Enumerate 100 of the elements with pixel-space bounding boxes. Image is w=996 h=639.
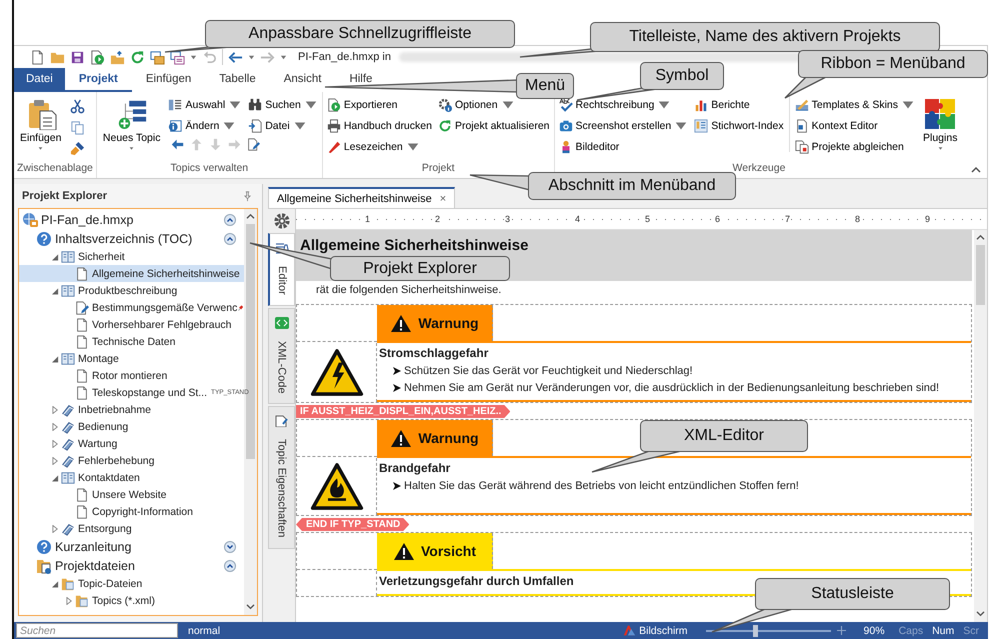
collapse-icon[interactable] (971, 166, 981, 174)
file-menu-tab[interactable]: Datei (14, 68, 65, 92)
ribbon-button[interactable]: Suchen (247, 96, 319, 114)
tree-item[interactable]: Topic-Dateien (19, 575, 244, 592)
ribbon-button[interactable]: Datei (247, 117, 319, 135)
menu-tab[interactable]: Tabelle (205, 68, 270, 92)
open-book-icon (61, 250, 75, 264)
ribbon-button[interactable]: Screenshot erstellen (558, 117, 690, 135)
open-book-icon (61, 470, 75, 484)
tree-item[interactable]: PI-Fan_de.hmxp (19, 210, 244, 229)
caret-icon[interactable] (248, 54, 255, 60)
slider-thumb[interactable] (753, 624, 758, 636)
left-arrow-icon[interactable] (171, 138, 184, 151)
scroll-up-icon[interactable] (976, 234, 985, 241)
ribbon-button[interactable]: Auswahl (167, 96, 244, 114)
collapse-icon[interactable] (224, 560, 236, 572)
closed-book-icon (61, 420, 75, 434)
ribbon-button[interactable]: Berichte (693, 96, 785, 114)
ribbon-button[interactable]: Plugins (920, 96, 960, 153)
collapsed-triangle-icon[interactable] (52, 440, 59, 448)
collapse-icon[interactable] (224, 214, 236, 226)
new-document-icon[interactable] (30, 50, 45, 64)
pin-icon[interactable] (243, 190, 252, 202)
view-mode-button[interactable]: Bildschirm (623, 624, 688, 637)
tree-item[interactable]: Topics (*.xml) (19, 592, 244, 609)
expanded-triangle-icon[interactable] (52, 354, 59, 362)
refresh-icon[interactable] (130, 50, 145, 64)
collapsed-triangle-icon[interactable] (52, 422, 59, 430)
ribbon-button[interactable]: Neues Topic (100, 96, 164, 153)
tree-item[interactable]: Fehlerbehebung (19, 452, 244, 469)
tree-item[interactable]: Copyright-Information (19, 503, 244, 520)
ribbon-button[interactable]: Lesezeichen (326, 138, 433, 156)
tree-item[interactable]: Entsorgung (19, 520, 244, 537)
expanded-triangle-icon[interactable] (52, 286, 59, 294)
expanded-triangle-icon[interactable] (52, 580, 59, 588)
scroll-up-icon[interactable] (246, 213, 255, 220)
zoom-in-icon[interactable] (836, 626, 846, 635)
collapse-icon[interactable] (224, 232, 236, 244)
ribbon-button[interactable]: Optionen (436, 96, 551, 114)
collapsed-triangle-icon[interactable] (52, 524, 59, 532)
ribbon-button[interactable]: Bildeditor (558, 138, 690, 156)
ribbon-button[interactable]: Projekt aktualisieren (436, 117, 551, 135)
ribbon-button[interactable]: Handbuch drucken (326, 117, 433, 135)
tree-item[interactable]: Kontaktdaten (19, 469, 244, 486)
tree-item[interactable]: Vorhersehbarer Fehlgebrauch (19, 316, 244, 333)
ribbon-button[interactable]: Kontext Editor (794, 117, 916, 135)
collapsed-triangle-icon[interactable] (52, 406, 59, 414)
ribbon-button[interactable]: Stichwort-Index (693, 117, 785, 135)
ribbon-button[interactable]: Projekte abgleichen (794, 138, 916, 156)
menu-tab[interactable]: Ansicht (270, 68, 336, 92)
tree-item[interactable]: Unsere Website (19, 486, 244, 503)
tree-item[interactable]: Bestimmungsgemäße Verwenc (19, 299, 244, 316)
tree-item[interactable]: Bedienung (19, 418, 244, 435)
tree-item[interactable]: Rotor montieren (19, 367, 244, 384)
tree-item[interactable]: Inbetriebnahme (19, 401, 244, 418)
tree-item[interactable]: Kurzanleitung (19, 537, 244, 556)
scrollbar-thumb[interactable] (976, 245, 985, 305)
folder-arrow-icon[interactable] (110, 50, 125, 64)
save-icon[interactable] (70, 50, 85, 64)
expanded-triangle-icon[interactable] (52, 252, 59, 260)
edit-document-icon[interactable] (247, 138, 260, 151)
tree-item[interactable]: Projektdateien (19, 556, 244, 575)
collapsed-triangle-icon[interactable] (66, 596, 73, 604)
scroll-down-icon[interactable] (976, 611, 985, 618)
ribbon-button[interactable]: Einfügen (17, 96, 64, 153)
tree-item[interactable]: Sicherheit (19, 248, 244, 265)
ribbon-button[interactable]: Exportieren (326, 96, 433, 114)
settings-icon[interactable] (272, 212, 290, 230)
ribbon-button[interactable]: Rechtschreibung (558, 96, 690, 114)
bullet-arrow-icon (393, 384, 401, 392)
tree-item-label: Fehlerbehebung (78, 454, 154, 466)
ruler-number: 3 (504, 214, 511, 224)
back-arrow-icon[interactable] (228, 50, 243, 64)
side-tab[interactable]: XML-Code (268, 308, 295, 404)
menu-tab[interactable]: Einfügen (132, 68, 206, 92)
tree-item[interactable]: Allgemeine Sicherheitshinweise (19, 265, 244, 282)
collapsed-triangle-icon[interactable] (52, 456, 59, 464)
tree-item[interactable]: Technische Daten (19, 333, 244, 350)
ribbon-button[interactable]: Ändern (167, 117, 244, 135)
tree-item[interactable]: Inhaltsverzeichnis (TOC) (19, 229, 244, 248)
scrollbar[interactable] (974, 230, 987, 622)
close-button[interactable]: × (440, 192, 446, 204)
scroll-down-icon[interactable] (246, 604, 255, 611)
signal-word-label: Vorsicht (377, 533, 493, 569)
search-field[interactable]: Suchen (16, 623, 178, 638)
side-tab[interactable]: Editor (268, 233, 295, 306)
tree-item[interactable]: Wartung (19, 435, 244, 452)
expanded-triangle-icon[interactable] (52, 474, 59, 482)
expand-icon[interactable] (224, 540, 236, 552)
tree-item[interactable]: Montage (19, 350, 244, 367)
menu-tab[interactable]: Hilfe (335, 68, 386, 92)
window-icon[interactable] (150, 50, 165, 64)
side-tab[interactable]: Topic Eigenschaften (268, 406, 295, 549)
document-tab[interactable]: Allgemeine Sicherheitshinweise × (268, 187, 456, 208)
caret-icon[interactable] (280, 54, 287, 60)
tree-item[interactable]: Produktbeschreibung (19, 282, 244, 299)
brush-button[interactable] (68, 140, 86, 157)
scissors-button[interactable] (68, 98, 86, 115)
ribbon-button[interactable]: Templates & Skins (794, 96, 916, 114)
play-document-icon[interactable] (90, 50, 105, 64)
